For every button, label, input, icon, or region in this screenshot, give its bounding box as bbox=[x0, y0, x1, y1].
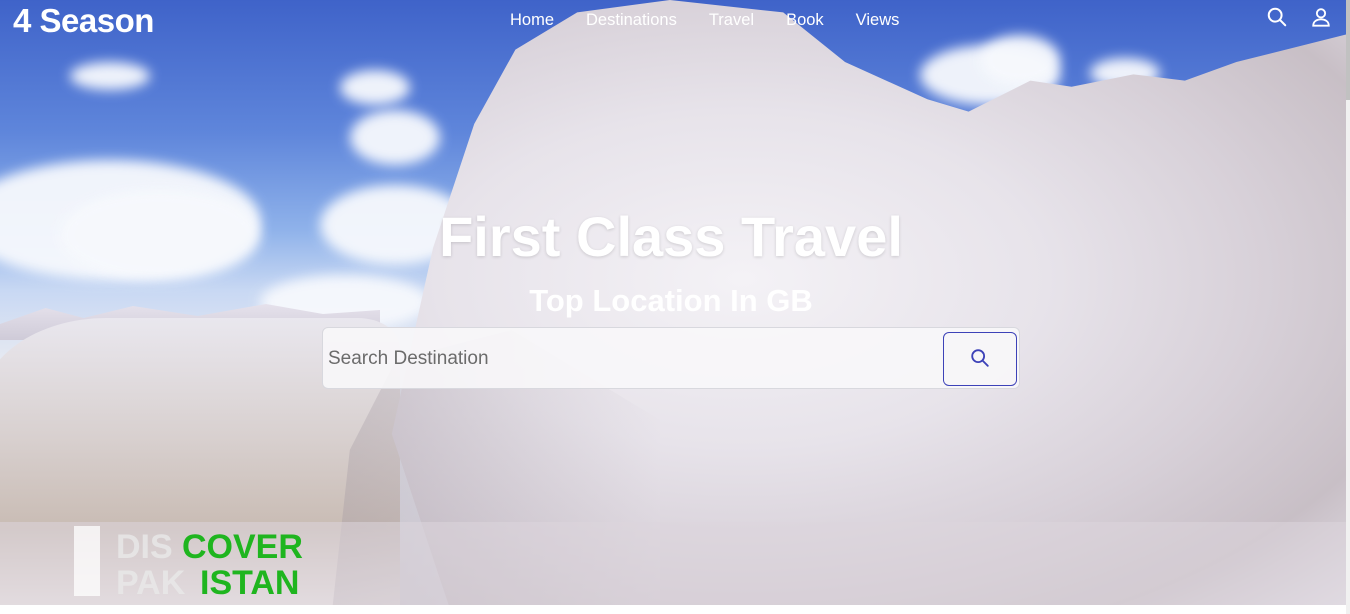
user-icon[interactable] bbox=[1310, 6, 1334, 30]
search-icon bbox=[969, 347, 991, 372]
nav-link-home[interactable]: Home bbox=[510, 11, 554, 30]
search-submit-button[interactable] bbox=[943, 332, 1017, 386]
svg-text:PAK: PAK bbox=[116, 564, 186, 598]
brand-logo[interactable]: 4 Season bbox=[13, 2, 154, 40]
page-scrollbar-thumb[interactable] bbox=[1346, 0, 1350, 100]
nav-link-views[interactable]: Views bbox=[856, 11, 900, 30]
svg-text:ISTAN: ISTAN bbox=[200, 564, 299, 598]
search-destination-input[interactable] bbox=[326, 338, 930, 380]
hero-section: DIS COVER PAK ISTAN 4 Season Home Destin… bbox=[0, 0, 1346, 605]
search-icon[interactable] bbox=[1266, 6, 1290, 30]
hero-title: First Class Travel bbox=[439, 205, 903, 268]
top-navigation: 4 Season Home Destinations Travel Book V… bbox=[0, 0, 1346, 42]
destination-search-bar bbox=[322, 327, 1020, 389]
nav-icons bbox=[1266, 6, 1334, 30]
svg-text:COVER: COVER bbox=[182, 528, 303, 566]
svg-text:DIS: DIS bbox=[116, 528, 173, 566]
hero-subtitle: Top Location In GB bbox=[529, 283, 813, 318]
nav-link-book[interactable]: Book bbox=[786, 11, 824, 30]
nav-link-travel[interactable]: Travel bbox=[709, 11, 754, 30]
discover-pakistan-watermark-logo: DIS COVER PAK ISTAN bbox=[74, 526, 324, 598]
nav-link-destinations[interactable]: Destinations bbox=[586, 11, 677, 30]
nav-links: Home Destinations Travel Book Views bbox=[510, 11, 931, 30]
